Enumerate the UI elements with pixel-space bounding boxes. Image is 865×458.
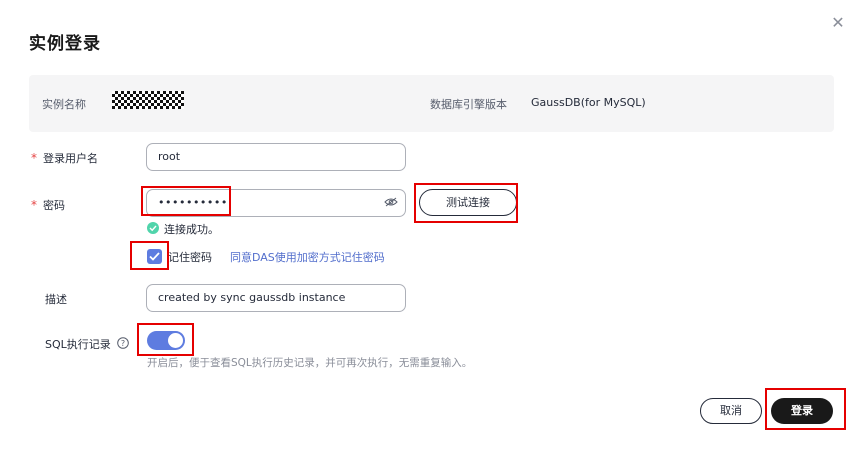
engine-version-label: 数据库引擎版本 [430, 98, 507, 111]
login-button[interactable]: 登录 [771, 398, 833, 424]
instance-login-dialog: 实例登录 ✕ 实例名称 数据库引擎版本 GaussDB(for MySQL) *… [0, 0, 865, 458]
close-icon[interactable]: ✕ [829, 14, 847, 32]
password-value: •••••••••• [158, 196, 228, 209]
instance-name-redacted [112, 91, 184, 109]
engine-version-value: GaussDB(for MySQL) [531, 96, 646, 109]
username-label: 登录用户名 [43, 152, 98, 165]
connection-success-text: 连接成功。 [164, 223, 219, 236]
password-input[interactable]: •••••••••• [146, 189, 406, 217]
help-icon[interactable]: ? [117, 337, 129, 349]
sql-record-label: SQL执行记录 [45, 338, 111, 351]
dialog-title: 实例登录 [29, 34, 101, 54]
eye-off-icon[interactable] [384, 197, 398, 207]
required-mark: * [31, 151, 37, 165]
remember-password-label: 记住密码 [168, 251, 212, 264]
toggle-knob [168, 333, 183, 348]
instance-name-label: 实例名称 [42, 98, 86, 111]
cancel-button[interactable]: 取消 [700, 398, 762, 424]
consent-link[interactable]: 同意DAS使用加密方式记住密码 [230, 249, 385, 265]
test-connection-button[interactable]: 测试连接 [419, 189, 517, 216]
password-label: 密码 [43, 199, 65, 212]
remember-password-checkbox[interactable] [147, 249, 162, 264]
checkmark-icon [149, 252, 160, 261]
svg-text:?: ? [121, 339, 125, 348]
required-mark: * [31, 198, 37, 212]
sql-record-hint: 开启后，便于查看SQL执行历史记录，并可再次执行，无需重复输入。 [147, 357, 473, 369]
success-check-icon [147, 222, 159, 234]
sql-record-toggle[interactable] [147, 331, 185, 350]
description-input[interactable]: created by sync gaussdb instance [146, 284, 406, 312]
description-label: 描述 [45, 293, 67, 306]
username-input[interactable]: root [146, 143, 406, 171]
